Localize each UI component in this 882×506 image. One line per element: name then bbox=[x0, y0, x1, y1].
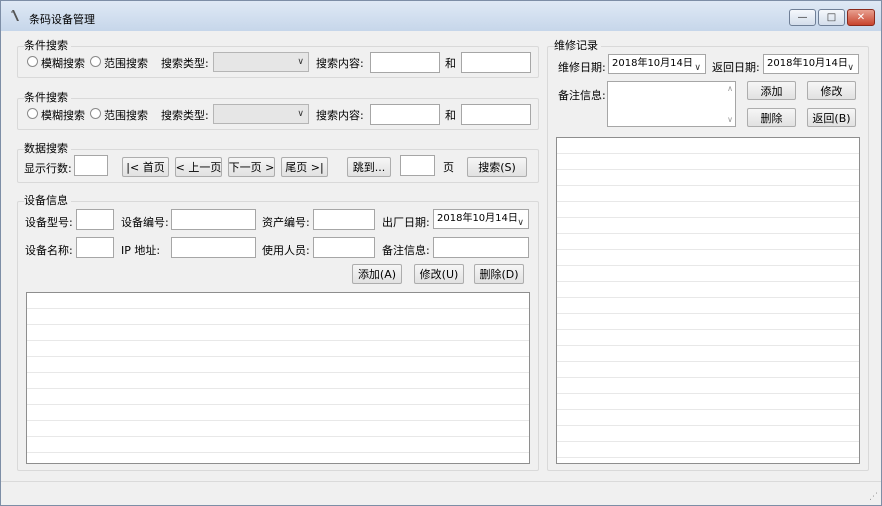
return-date-label: 返回日期: bbox=[712, 61, 760, 74]
page-label: 页 bbox=[443, 161, 454, 174]
last-page-button[interactable]: 尾页 >| bbox=[281, 157, 328, 177]
user-input[interactable] bbox=[313, 237, 375, 258]
return-date-picker[interactable]: 2018年10月14日 ∨ bbox=[763, 54, 859, 74]
minimize-icon: — bbox=[797, 12, 808, 23]
repair-note-textarea[interactable]: ∧ ∨ bbox=[607, 81, 736, 127]
ip-label: IP 地址: bbox=[121, 244, 161, 257]
search1-type-select[interactable]: ∨ bbox=[213, 52, 309, 72]
chevron-down-icon: ∨ bbox=[297, 109, 304, 119]
factory-date-picker[interactable]: 2018年10月14日 ∨ bbox=[433, 209, 529, 229]
status-bar: ⋰ bbox=[1, 481, 881, 505]
chevron-down-icon: ∨ bbox=[517, 218, 524, 228]
note-label: 备注信息: bbox=[382, 244, 430, 257]
search2-type-select[interactable]: ∨ bbox=[213, 104, 309, 124]
resize-grip-icon[interactable]: ⋰ bbox=[869, 492, 878, 502]
search1-and-label: 和 bbox=[445, 57, 456, 70]
repair-edit-button[interactable]: 修改 bbox=[807, 81, 856, 100]
close-icon: ✕ bbox=[856, 12, 866, 23]
chevron-down-icon: ∨ bbox=[694, 63, 701, 73]
search1-and-input[interactable] bbox=[461, 52, 531, 73]
repair-date-value: 2018年10月14日 bbox=[612, 58, 693, 69]
chevron-down-icon: ∨ bbox=[847, 63, 854, 73]
repair-delete-button[interactable]: 删除 bbox=[747, 108, 796, 127]
first-page-button[interactable]: |< 首页 bbox=[122, 157, 169, 177]
search1-fuzzy-radio[interactable] bbox=[27, 56, 38, 67]
maximize-icon: □ bbox=[826, 12, 837, 23]
search1-content-input[interactable] bbox=[370, 52, 440, 73]
factory-date-value: 2018年10月14日 bbox=[437, 213, 518, 224]
ip-input[interactable] bbox=[171, 237, 256, 258]
search2-and-label: 和 bbox=[445, 109, 456, 122]
main-window: 条码设备管理 — □ ✕ 条件搜索 模糊搜索 范围搜索 搜索类型: ∨ 搜索内容… bbox=[0, 0, 882, 506]
device-delete-button[interactable]: 删除(D) bbox=[474, 264, 524, 284]
asset-label: 资产编号: bbox=[262, 216, 310, 229]
scroll-down-icon[interactable]: ∨ bbox=[727, 115, 733, 124]
device-title: 设备信息 bbox=[24, 192, 71, 208]
title-bar[interactable]: 条码设备管理 — □ ✕ bbox=[1, 1, 881, 31]
device-table[interactable] bbox=[26, 292, 530, 464]
data-search-title: 数据搜索 bbox=[24, 140, 71, 156]
asset-input[interactable] bbox=[313, 209, 375, 230]
page-input[interactable] bbox=[400, 155, 435, 176]
search1-range-label: 范围搜索 bbox=[104, 57, 148, 70]
window-title: 条码设备管理 bbox=[29, 13, 95, 26]
code-input[interactable] bbox=[171, 209, 256, 230]
next-page-button[interactable]: 下一页 > bbox=[228, 157, 275, 177]
device-add-button[interactable]: 添加(A) bbox=[352, 264, 402, 284]
search2-fuzzy-radio[interactable] bbox=[27, 108, 38, 119]
code-label: 设备编号: bbox=[121, 216, 169, 229]
search1-type-label: 搜索类型: bbox=[161, 57, 209, 70]
user-label: 使用人员: bbox=[262, 244, 310, 257]
minimize-button[interactable]: — bbox=[789, 9, 816, 26]
search2-content-input[interactable] bbox=[370, 104, 440, 125]
rows-input[interactable] bbox=[74, 155, 108, 176]
name-label: 设备名称: bbox=[25, 244, 73, 257]
search2-range-label: 范围搜索 bbox=[104, 109, 148, 122]
goto-button[interactable]: 跳到... bbox=[347, 157, 391, 177]
search2-content-label: 搜索内容: bbox=[316, 109, 364, 122]
search1-fuzzy-label: 模糊搜索 bbox=[41, 57, 85, 70]
search1-content-label: 搜索内容: bbox=[316, 57, 364, 70]
repair-title: 维修记录 bbox=[554, 37, 601, 53]
repair-date-label: 维修日期: bbox=[558, 61, 606, 74]
chevron-down-icon: ∨ bbox=[297, 57, 304, 67]
repair-back-button[interactable]: 返回(B) bbox=[807, 108, 856, 127]
close-button[interactable]: ✕ bbox=[847, 9, 875, 26]
search1-range-radio[interactable] bbox=[90, 56, 101, 67]
model-input[interactable] bbox=[76, 209, 114, 230]
repair-add-button[interactable]: 添加 bbox=[747, 81, 796, 100]
name-input[interactable] bbox=[76, 237, 114, 258]
search2-and-input[interactable] bbox=[461, 104, 531, 125]
repair-note-label: 备注信息: bbox=[558, 89, 606, 102]
scroll-up-icon[interactable]: ∧ bbox=[727, 84, 733, 93]
search2-type-label: 搜索类型: bbox=[161, 109, 209, 122]
app-icon bbox=[11, 10, 19, 21]
note-input[interactable] bbox=[433, 237, 529, 258]
repair-table[interactable] bbox=[556, 137, 860, 464]
model-label: 设备型号: bbox=[25, 216, 73, 229]
search2-title: 条件搜索 bbox=[24, 89, 71, 105]
search1-title: 条件搜索 bbox=[24, 37, 71, 53]
search2-fuzzy-label: 模糊搜索 bbox=[41, 109, 85, 122]
search-button[interactable]: 搜索(S) bbox=[467, 157, 527, 177]
search2-range-radio[interactable] bbox=[90, 108, 101, 119]
maximize-button[interactable]: □ bbox=[818, 9, 845, 26]
prev-page-button[interactable]: < 上一页 bbox=[175, 157, 222, 177]
device-edit-button[interactable]: 修改(U) bbox=[414, 264, 464, 284]
return-date-value: 2018年10月14日 bbox=[767, 58, 848, 69]
rows-label: 显示行数: bbox=[24, 162, 72, 175]
repair-date-picker[interactable]: 2018年10月14日 ∨ bbox=[608, 54, 706, 74]
date-label: 出厂日期: bbox=[382, 216, 430, 229]
